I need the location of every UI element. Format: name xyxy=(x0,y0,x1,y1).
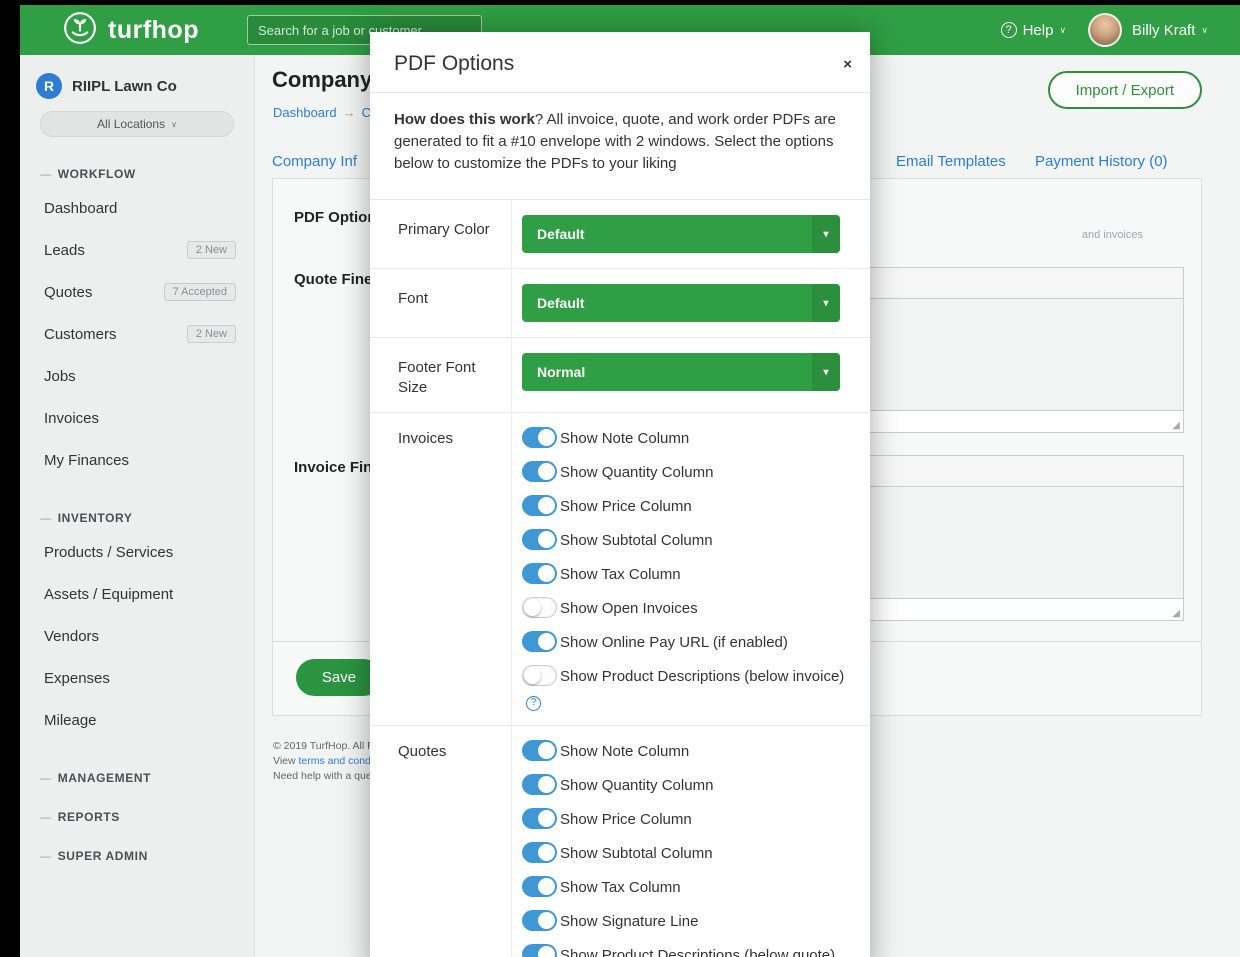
user-menu[interactable]: Billy Kraft xyxy=(1132,22,1195,39)
footer-font-size-row: Footer Font Size Normal ▾ xyxy=(370,337,870,412)
terms-link[interactable]: terms and cond xyxy=(299,755,371,767)
sidebar-item-dashboard[interactable]: Dashboard xyxy=(20,187,254,229)
toggle-online-pay-url[interactable] xyxy=(522,631,557,652)
sidebar-item-quotes[interactable]: Quotes7 Accepted xyxy=(20,271,254,313)
sidebar-section-management[interactable]: MANAGEMENT xyxy=(20,771,254,791)
company-logo: R xyxy=(36,73,62,99)
sidebar-section-reports[interactable]: REPORTS xyxy=(20,810,254,830)
help-icon: ? xyxy=(1001,22,1017,38)
sidebar-item-invoices[interactable]: Invoices xyxy=(20,397,254,439)
footer-font-size-select[interactable]: Normal ▾ xyxy=(522,353,840,391)
toggle-quote-note-column[interactable] xyxy=(522,740,557,761)
primary-color-row: Primary Color Default ▾ xyxy=(370,199,870,268)
sidebar-item-products-services[interactable]: Products / Services xyxy=(20,531,254,573)
company-switcher[interactable]: R RIIPL Lawn Co xyxy=(20,73,254,99)
badge: 2 New xyxy=(187,325,236,343)
modal-intro: How does this work? All invoice, quote, … xyxy=(370,92,870,199)
toggle-quote-price-column[interactable] xyxy=(522,808,557,829)
help-icon[interactable]: ? xyxy=(526,696,541,711)
font-row: Font Default ▾ xyxy=(370,268,870,337)
locations-dropdown[interactable]: All Locations ∨ xyxy=(40,111,234,137)
chevron-down-icon: ▾ xyxy=(812,215,840,253)
chevron-down-icon: ∨ xyxy=(1059,25,1066,36)
sidebar-item-leads[interactable]: Leads2 New xyxy=(20,229,254,271)
fineprint-hint: and invoices xyxy=(1082,229,1143,241)
resize-handle-icon[interactable]: ◢ xyxy=(1172,608,1180,619)
modal-header: PDF Options × xyxy=(370,32,870,92)
brand-name: turfhop xyxy=(108,16,199,45)
pdf-options-label: PDF Option xyxy=(294,209,377,226)
toggle-quote-product-descriptions[interactable] xyxy=(522,944,557,957)
breadcrumb-dashboard[interactable]: Dashboard xyxy=(273,105,337,120)
toggle-invoice-price-column[interactable] xyxy=(522,495,557,516)
font-label: Font xyxy=(370,269,512,337)
quotes-label: Quotes xyxy=(370,726,512,957)
pdf-options-modal: PDF Options × How does this work? All in… xyxy=(370,32,870,957)
sidebar-item-assets-equipment[interactable]: Assets / Equipment xyxy=(20,573,254,615)
breadcrumb: Dashboard→C xyxy=(273,105,371,120)
toggle-quote-quantity-column[interactable] xyxy=(522,774,557,795)
sidebar-section-inventory[interactable]: INVENTORY xyxy=(20,511,254,531)
sidebar-item-my-finances[interactable]: My Finances xyxy=(20,439,254,481)
toggle-invoice-quantity-column[interactable] xyxy=(522,461,557,482)
company-name: RIIPL Lawn Co xyxy=(72,78,177,95)
modal-title: PDF Options xyxy=(394,52,846,76)
chevron-down-icon: ∨ xyxy=(1201,25,1208,36)
toggle-show-open-invoices[interactable] xyxy=(522,597,557,618)
toggle-signature-line[interactable] xyxy=(522,910,557,931)
resize-handle-icon[interactable]: ◢ xyxy=(1172,420,1180,431)
sidebar-item-expenses[interactable]: Expenses xyxy=(20,657,254,699)
invoices-options-row: Invoices Show Note Column Show Quantity … xyxy=(370,412,870,725)
invoices-label: Invoices xyxy=(370,413,512,725)
invoice-fineprint-label: Invoice Fine xyxy=(294,459,381,476)
breadcrumb-arrow-icon: → xyxy=(343,105,356,120)
sidebar: R RIIPL Lawn Co All Locations ∨ WORKFLOW… xyxy=(20,55,255,957)
toggle-invoice-product-descriptions[interactable] xyxy=(522,665,557,686)
footer-font-size-label: Footer Font Size xyxy=(370,338,512,412)
toggle-invoice-tax-column[interactable] xyxy=(522,563,557,584)
avatar[interactable] xyxy=(1088,13,1122,47)
import-export-button[interactable]: Import / Export xyxy=(1048,71,1202,109)
toggle-quote-tax-column[interactable] xyxy=(522,876,557,897)
turfhop-logo-icon xyxy=(62,10,98,51)
tab-company-info[interactable]: Company Inf xyxy=(272,153,357,170)
sidebar-section-super-admin[interactable]: SUPER ADMIN xyxy=(20,849,254,869)
copyright: © 2019 TurfHop. All Ri xyxy=(273,739,380,754)
locations-label: All Locations xyxy=(97,117,165,131)
page-footer: © 2019 TurfHop. All Ri View terms and co… xyxy=(273,739,380,784)
app-page: turfhop ? Help ∨ Billy Kraft ∨ R RIIPL L… xyxy=(20,5,1240,957)
navbar-right: ? Help ∨ Billy Kraft ∨ xyxy=(1001,13,1214,47)
primary-color-label: Primary Color xyxy=(370,200,512,268)
tab-payment-history[interactable]: Payment History (0) xyxy=(1035,153,1168,170)
chevron-down-icon: ▾ xyxy=(812,284,840,322)
sidebar-section-workflow[interactable]: WORKFLOW xyxy=(20,167,254,187)
chevron-down-icon: ∨ xyxy=(171,120,177,129)
sidebar-item-jobs[interactable]: Jobs xyxy=(20,355,254,397)
sidebar-item-vendors[interactable]: Vendors xyxy=(20,615,254,657)
tab-email-templates[interactable]: Email Templates xyxy=(896,153,1006,170)
primary-color-select[interactable]: Default ▾ xyxy=(522,215,840,253)
quotes-options-row: Quotes Show Note Column Show Quantity Co… xyxy=(370,725,870,957)
badge: 7 Accepted xyxy=(164,283,236,301)
close-icon[interactable]: × xyxy=(843,56,852,73)
sidebar-item-mileage[interactable]: Mileage xyxy=(20,699,254,741)
quote-fineprint-label: Quote Finep xyxy=(294,271,382,288)
toggle-quote-subtotal-column[interactable] xyxy=(522,842,557,863)
toggle-invoice-subtotal-column[interactable] xyxy=(522,529,557,550)
help-menu[interactable]: Help xyxy=(1023,22,1054,39)
brand-home-link[interactable]: turfhop xyxy=(62,10,199,51)
sidebar-item-customers[interactable]: Customers2 New xyxy=(20,313,254,355)
toggle-invoice-note-column[interactable] xyxy=(522,427,557,448)
chevron-down-icon: ▾ xyxy=(812,353,840,391)
font-select[interactable]: Default ▾ xyxy=(522,284,840,322)
help-footer-text: Need help with a quest xyxy=(273,769,380,784)
badge: 2 New xyxy=(187,241,236,259)
